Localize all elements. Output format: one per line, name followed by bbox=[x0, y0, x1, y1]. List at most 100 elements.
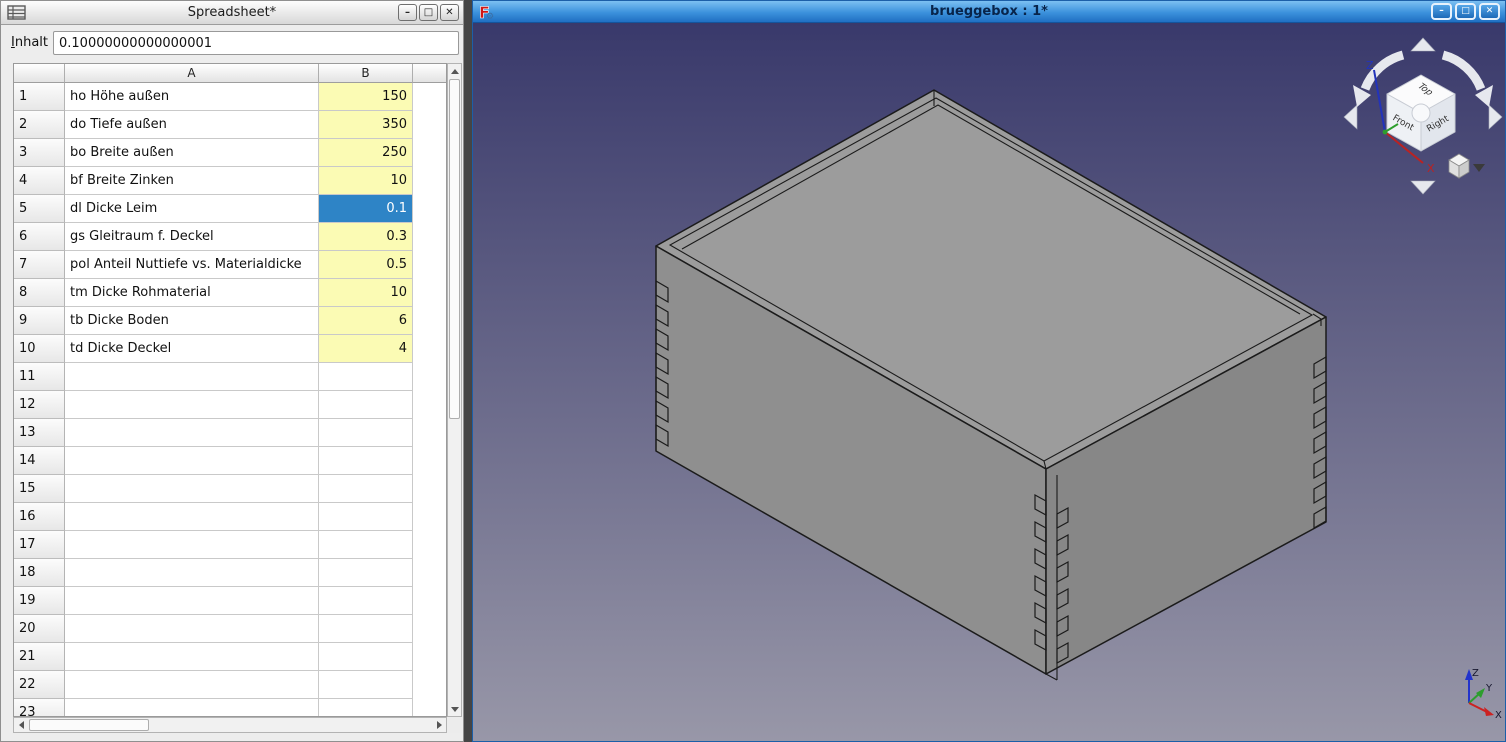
minimize-button[interactable]: – bbox=[398, 4, 417, 21]
cell-b[interactable] bbox=[319, 587, 413, 615]
column-header-c[interactable] bbox=[413, 64, 446, 83]
scroll-right-button[interactable] bbox=[433, 718, 446, 731]
cell-b[interactable] bbox=[319, 391, 413, 419]
minimize-button[interactable]: – bbox=[1431, 3, 1452, 20]
view-mode-cube-icon[interactable] bbox=[1449, 154, 1469, 178]
row-header[interactable]: 18 bbox=[14, 559, 65, 587]
vertical-scroll-thumb[interactable] bbox=[449, 79, 460, 419]
cell-a[interactable] bbox=[65, 699, 319, 717]
row-header[interactable]: 15 bbox=[14, 475, 65, 503]
cell-b[interactable] bbox=[319, 615, 413, 643]
maximize-button[interactable]: □ bbox=[419, 4, 438, 21]
row-header[interactable]: 11 bbox=[14, 363, 65, 391]
cell-b[interactable] bbox=[319, 447, 413, 475]
cell-a[interactable]: td Dicke Deckel bbox=[65, 335, 319, 363]
cell-b[interactable] bbox=[319, 531, 413, 559]
cell-a[interactable] bbox=[65, 531, 319, 559]
cell-b[interactable]: 250 bbox=[319, 139, 413, 167]
nav-arrow-up-icon[interactable] bbox=[1411, 38, 1435, 51]
cell-a[interactable]: bf Breite Zinken bbox=[65, 167, 319, 195]
scroll-left-button[interactable] bbox=[14, 718, 27, 731]
row-header[interactable]: 13 bbox=[14, 419, 65, 447]
corner-header[interactable] bbox=[14, 64, 65, 83]
row-header[interactable]: 2 bbox=[14, 111, 65, 139]
row-header[interactable]: 1 bbox=[14, 83, 65, 111]
cell-a[interactable] bbox=[65, 587, 319, 615]
cell-b[interactable]: 0.3 bbox=[319, 223, 413, 251]
row-header[interactable]: 14 bbox=[14, 447, 65, 475]
vertical-scrollbar[interactable] bbox=[447, 63, 462, 717]
row-header[interactable]: 17 bbox=[14, 531, 65, 559]
row-header[interactable]: 22 bbox=[14, 671, 65, 699]
cell-b[interactable] bbox=[319, 643, 413, 671]
cell-a[interactable]: tb Dicke Boden bbox=[65, 307, 319, 335]
horizontal-scrollbar[interactable] bbox=[13, 717, 447, 733]
cell-b[interactable] bbox=[319, 503, 413, 531]
scroll-up-button[interactable] bbox=[448, 64, 461, 77]
cell-a[interactable]: bo Breite außen bbox=[65, 139, 319, 167]
row-header[interactable]: 9 bbox=[14, 307, 65, 335]
column-header-b[interactable]: B bbox=[319, 64, 413, 83]
cell-b[interactable]: 150 bbox=[319, 83, 413, 111]
close-button[interactable]: ✕ bbox=[1479, 3, 1500, 20]
row-header[interactable]: 10 bbox=[14, 335, 65, 363]
cell-b[interactable]: 10 bbox=[319, 167, 413, 195]
cell-b[interactable]: 0.5 bbox=[319, 251, 413, 279]
cell-b[interactable] bbox=[319, 699, 413, 717]
cell-a[interactable]: pol Anteil Nuttiefe vs. Materialdicke bbox=[65, 251, 319, 279]
cell-a[interactable]: gs Gleitraum f. Deckel bbox=[65, 223, 319, 251]
row-header[interactable]: 20 bbox=[14, 615, 65, 643]
row-header[interactable]: 8 bbox=[14, 279, 65, 307]
cell-b[interactable]: 6 bbox=[319, 307, 413, 335]
cell-b[interactable]: 4 bbox=[319, 335, 413, 363]
cell-a[interactable] bbox=[65, 391, 319, 419]
row-header[interactable]: 21 bbox=[14, 643, 65, 671]
cell-a[interactable] bbox=[65, 671, 319, 699]
cell-b[interactable]: 0.1 bbox=[319, 195, 413, 223]
nav-cube-corner[interactable] bbox=[1412, 104, 1430, 122]
box-model[interactable] bbox=[656, 90, 1326, 680]
row-header[interactable]: 12 bbox=[14, 391, 65, 419]
row-header[interactable]: 16 bbox=[14, 503, 65, 531]
cell-a[interactable]: dl Dicke Leim bbox=[65, 195, 319, 223]
row-header[interactable]: 23 bbox=[14, 699, 65, 717]
scroll-down-button[interactable] bbox=[448, 703, 461, 716]
cell-a[interactable] bbox=[65, 615, 319, 643]
cell-b[interactable] bbox=[319, 559, 413, 587]
content-input[interactable] bbox=[53, 31, 459, 55]
row-header[interactable]: 19 bbox=[14, 587, 65, 615]
cell-a[interactable] bbox=[65, 447, 319, 475]
cell-a[interactable]: ho Höhe außen bbox=[65, 83, 319, 111]
viewport-titlebar[interactable]: F ⚙ brueggebox : 1* – □ ✕ bbox=[473, 1, 1505, 23]
row-header[interactable]: 4 bbox=[14, 167, 65, 195]
cell-b[interactable] bbox=[319, 671, 413, 699]
cell-a[interactable] bbox=[65, 559, 319, 587]
cell-b[interactable] bbox=[319, 363, 413, 391]
cell-a[interactable] bbox=[65, 419, 319, 447]
column-header-a[interactable]: A bbox=[65, 64, 319, 83]
cell-a[interactable] bbox=[65, 475, 319, 503]
spreadsheet-titlebar[interactable]: Spreadsheet* – □ ✕ bbox=[1, 1, 463, 25]
row-header[interactable]: 6 bbox=[14, 223, 65, 251]
view-mode-dropdown-icon[interactable] bbox=[1473, 164, 1485, 172]
3d-viewport[interactable]: Top Front Right Z X bbox=[473, 23, 1505, 741]
cell-a[interactable] bbox=[65, 363, 319, 391]
row-header[interactable]: 5 bbox=[14, 195, 65, 223]
cell-a[interactable] bbox=[65, 503, 319, 531]
cell-b[interactable]: 10 bbox=[319, 279, 413, 307]
row-header[interactable]: 7 bbox=[14, 251, 65, 279]
cell-a[interactable] bbox=[65, 643, 319, 671]
cell-b[interactable]: 350 bbox=[319, 111, 413, 139]
cell-b[interactable] bbox=[319, 475, 413, 503]
cell-a[interactable]: tm Dicke Rohmaterial bbox=[65, 279, 319, 307]
nav-arrow-down-icon[interactable] bbox=[1411, 181, 1435, 194]
nav-arrow-left-icon[interactable] bbox=[1344, 105, 1357, 129]
row-header[interactable]: 3 bbox=[14, 139, 65, 167]
cell-b[interactable] bbox=[319, 419, 413, 447]
nav-arrow-right-icon[interactable] bbox=[1489, 105, 1502, 129]
maximize-button[interactable]: □ bbox=[1455, 3, 1476, 20]
horizontal-scroll-thumb[interactable] bbox=[29, 719, 149, 731]
close-button[interactable]: ✕ bbox=[440, 4, 459, 21]
spreadsheet-table: A B 1 ho Höhe außen 150 2 do Tiefe außen… bbox=[13, 63, 447, 717]
cell-a[interactable]: do Tiefe außen bbox=[65, 111, 319, 139]
